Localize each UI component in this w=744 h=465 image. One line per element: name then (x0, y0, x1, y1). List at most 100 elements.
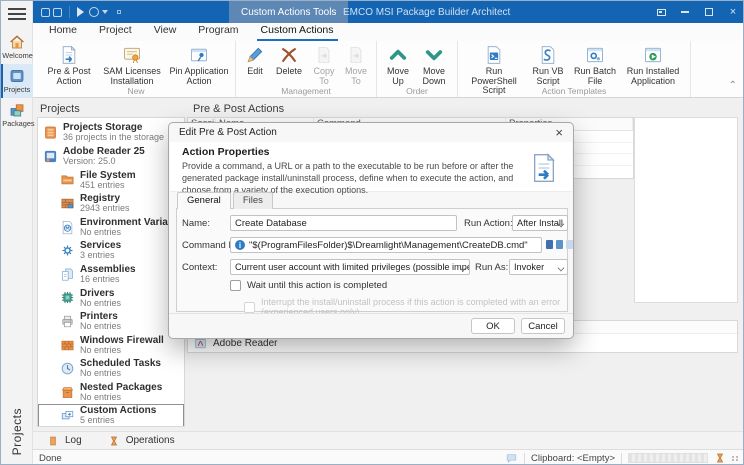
run-vbscript-button[interactable]: Run VB Script (526, 43, 570, 86)
qat-deploy-icon[interactable] (89, 7, 99, 17)
assemblies-icon (60, 267, 75, 282)
dialog-header: Action Properties Provide a command, a U… (170, 142, 572, 192)
tab-operations[interactable]: Operations (108, 435, 175, 447)
status-text: Done (39, 453, 62, 464)
run-as-select[interactable]: Invoker (509, 259, 568, 275)
ribbon-tab-bar: Home Project View Program Custom Actions (33, 23, 744, 41)
contextual-tab-chip[interactable]: Custom Actions Tools (229, 1, 348, 23)
close-button[interactable]: × (721, 1, 744, 23)
titlebar: Custom Actions Tools EMCO MSI Package Bu… (33, 1, 744, 23)
hourglass-icon (108, 435, 120, 447)
pre-post-action-button[interactable]: Pre & Post Action (41, 43, 97, 86)
open-editor-icon[interactable] (566, 240, 573, 249)
app-window: Welcome Projects Packages Projects Custo… (0, 0, 744, 465)
packages-icon (8, 101, 26, 119)
ribbon-group-action-templates: Run PowerShell Script Run VB Script Run … (458, 41, 691, 97)
edit-pre-post-action-dialog: Edit Pre & Post Action × Action Properti… (168, 122, 574, 339)
environment-variables-icon (60, 220, 75, 235)
batch-file-icon (585, 45, 605, 65)
info-icon: i (235, 240, 245, 250)
run-action-select[interactable]: After Install (512, 215, 568, 231)
tab-view[interactable]: View (150, 22, 181, 41)
wait-checkbox[interactable] (230, 280, 241, 291)
actions-panel-title: Pre & Post Actions (193, 103, 284, 115)
tree-item-custom-actions[interactable]: Custom Actions5 entries (38, 404, 184, 427)
collapse-ribbon-icon[interactable]: ⌃ (729, 80, 737, 91)
messages-bubble-icon[interactable] (505, 452, 518, 465)
tree-item-assemblies[interactable]: Assemblies16 entries (38, 263, 184, 287)
tree-item-services[interactable]: Services3 entries (38, 239, 184, 263)
tree-item-printers[interactable]: PrintersNo entries (38, 310, 184, 334)
group-label-management: Management (236, 86, 376, 96)
sam-licenses-button[interactable]: SAM Licenses Installation (97, 43, 167, 86)
tab-project[interactable]: Project (95, 22, 136, 41)
nav-welcome[interactable]: Welcome (1, 30, 33, 64)
pin-application-button[interactable]: Pin Application Action (167, 43, 231, 86)
qat-customize-icon[interactable] (117, 10, 121, 14)
browse-file-icon[interactable] (556, 240, 563, 249)
minimize-button[interactable] (673, 1, 697, 23)
tab-program[interactable]: Program (194, 22, 242, 41)
maximize-button[interactable] (697, 1, 721, 23)
move-down-button[interactable]: Move Down (415, 43, 453, 86)
certificate-icon (122, 45, 142, 65)
move-to-button[interactable]: Move To (340, 43, 372, 86)
tab-files[interactable]: Files (233, 192, 273, 209)
nav-welcome-label: Welcome (2, 51, 31, 59)
group-label-new: New (37, 86, 235, 96)
tree-item-adobe-reader[interactable]: Adobe Reader 25Version: 25.0 (38, 145, 184, 169)
ok-button[interactable]: OK (471, 318, 515, 334)
tree-item-registry[interactable]: Registry2943 entries (38, 192, 184, 216)
insert-variable-icon[interactable] (546, 240, 553, 249)
ribbon-group-management: Edit Delete Copy To Move To Management (236, 41, 377, 97)
pencil-icon (245, 45, 265, 65)
tab-custom-actions[interactable]: Custom Actions (257, 22, 338, 41)
run-batch-file-button[interactable]: Run Batch File (570, 43, 620, 86)
move-up-button[interactable]: Move Up (381, 43, 415, 86)
qat-dropdown-icon[interactable] (102, 10, 108, 14)
qat-package-icon[interactable] (41, 8, 50, 17)
tab-general[interactable]: General (177, 192, 231, 209)
dialog-close-icon[interactable]: × (555, 126, 563, 139)
application-icon (43, 149, 58, 164)
quick-access-toolbar (41, 6, 121, 18)
context-select[interactable]: Current user account with limited privil… (230, 259, 470, 275)
nav-packages-label: Packages (2, 119, 31, 127)
run-action-label: Run Action: (464, 218, 513, 229)
dialog-tabs: General Files (177, 192, 275, 209)
printer-icon (60, 314, 75, 329)
qat-package-build-icon[interactable] (53, 8, 62, 17)
chevron-down-icon (558, 265, 565, 272)
menu-icon[interactable] (8, 8, 26, 20)
delete-button[interactable]: Delete (270, 43, 308, 77)
edit-button[interactable]: Edit (240, 43, 270, 77)
run-installed-app-button[interactable]: Run Installed Application (620, 43, 686, 86)
command-line-input[interactable]: i"$(ProgramFilesFolder)$\Dreamlight\Mana… (230, 237, 542, 253)
tree-item-projects-storage[interactable]: Projects Storage36 projects in the stora… (38, 121, 184, 145)
clipboard-status: Clipboard: <Empty> (531, 453, 615, 464)
tree-item-file-system[interactable]: File System451 entries (38, 168, 184, 192)
nav-packages[interactable]: Packages (1, 98, 33, 132)
tray-icon[interactable] (649, 1, 673, 23)
name-input[interactable]: Create Database (230, 215, 457, 231)
resize-grip[interactable] (732, 456, 739, 461)
copy-to-button[interactable]: Copy To (308, 43, 340, 86)
nav-projects[interactable]: Projects (1, 64, 33, 98)
tab-home[interactable]: Home (45, 22, 81, 41)
qat-run-icon[interactable] (77, 7, 84, 17)
group-label-action-templates: Action Templates (458, 86, 690, 96)
dialog-titlebar: Edit Pre & Post Action × (169, 123, 573, 142)
tab-log[interactable]: Log (47, 435, 82, 447)
hourglass-status-icon (714, 452, 726, 464)
tree-item-drivers[interactable]: DriversNo entries (38, 286, 184, 310)
tree-item-environment-variables[interactable]: Environment VariablesNo entries (38, 215, 184, 239)
package-box-icon (60, 385, 75, 400)
dialog-footer: OK Cancel (169, 313, 573, 338)
nav-rail: Welcome Projects Packages Projects (1, 1, 33, 465)
tree-item-windows-firewall[interactable]: Windows FirewallNo entries (38, 333, 184, 357)
tree-item-nested-packages[interactable]: Nested PackagesNo entries (38, 381, 184, 405)
cancel-button[interactable]: Cancel (521, 318, 565, 334)
delete-x-icon (279, 45, 299, 65)
tree-item-scheduled-tasks[interactable]: Scheduled TasksNo entries (38, 357, 184, 381)
firewall-icon (60, 338, 75, 353)
